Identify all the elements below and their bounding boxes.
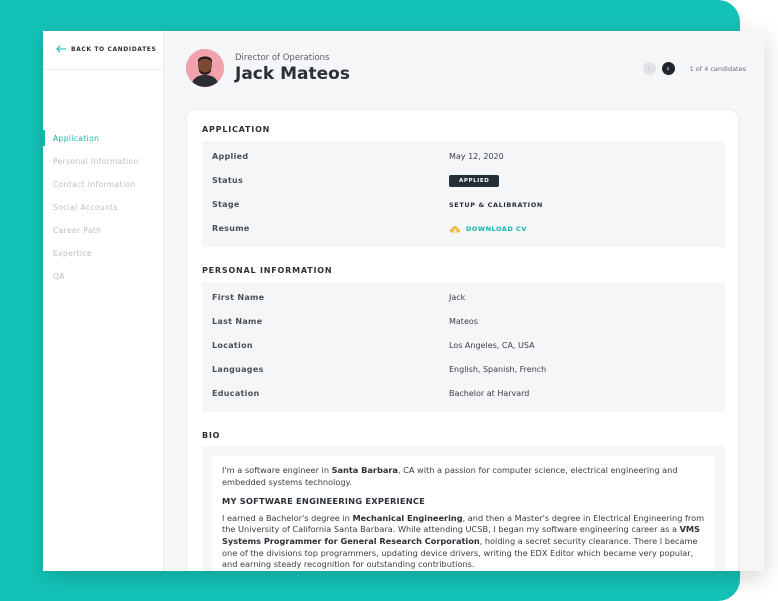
sidebar-item-expertice[interactable]: Expertice [43, 245, 164, 268]
table-row: First Name Jack [202, 286, 725, 310]
candidate-name: Jack Mateos [235, 64, 350, 84]
sidebar-item-career-path[interactable]: Career Path [43, 222, 164, 245]
status-label: Status [212, 176, 244, 185]
candidate-role: Director of Operations [235, 53, 330, 63]
download-cv-link[interactable]: DOWNLOAD CV [449, 217, 527, 241]
next-candidate-button[interactable]: › [661, 62, 675, 75]
application-section-title: APPLICATION [202, 125, 271, 134]
bio-panel: I'm a software engineer in Santa Barbara… [202, 446, 725, 571]
sidebar: BACK TO CANDIDATES Application Personal … [43, 31, 164, 571]
stage-value: SETUP & CALIBRATION [449, 201, 543, 209]
download-cv-label: DOWNLOAD CV [466, 225, 527, 233]
candidate-count: 1 of 4 candidates [689, 64, 746, 73]
arrow-left-icon [56, 45, 66, 53]
details-card: APPLICATION Applied May 12, 2020 Status … [186, 109, 739, 571]
table-row: Education Bachelor at Harvard [202, 382, 725, 406]
download-cloud-icon [449, 225, 461, 233]
languages-label: Languages [212, 365, 264, 374]
previous-candidate-button[interactable]: ‹ [642, 62, 656, 75]
chevron-right-icon: › [666, 63, 670, 73]
personal-section-title: PERSONAL INFORMATION [202, 266, 333, 275]
sidebar-item-personal-information[interactable]: Personal Information [43, 153, 164, 176]
location-value: Los Angeles, CA, USA [449, 341, 535, 350]
sidebar-divider [43, 69, 164, 70]
candidate-window: BACK TO CANDIDATES Application Personal … [43, 31, 764, 571]
location-label: Location [212, 341, 253, 350]
education-label: Education [212, 389, 260, 398]
languages-value: English, Spanish, French [449, 365, 547, 374]
table-row: Languages English, Spanish, French [202, 358, 725, 382]
candidate-pager: ‹ › 1 of 4 candidates [642, 62, 746, 75]
avatar [186, 49, 224, 87]
back-label: BACK TO CANDIDATES [71, 45, 157, 53]
first-name-label: First Name [212, 293, 265, 302]
bio-intro: I'm a software engineer in Santa Barbara… [222, 465, 678, 487]
table-row: Applied May 12, 2020 [202, 145, 725, 169]
chevron-left-icon: ‹ [647, 63, 651, 73]
sidebar-item-contact-information[interactable]: Contact Information [43, 176, 164, 199]
table-row: Location Los Angeles, CA, USA [202, 334, 725, 358]
section-nav: Application Personal Information Contact… [43, 130, 164, 291]
resume-label: Resume [212, 224, 250, 233]
applied-label: Applied [212, 152, 249, 161]
bio-section-title: BIO [202, 431, 221, 440]
bio-paragraph: I earned a Bachelor's degree in Mechanic… [222, 512, 705, 570]
sidebar-item-social-accounts[interactable]: Social Accounts [43, 199, 164, 222]
table-row: Stage SETUP & CALIBRATION [202, 193, 725, 217]
application-table: Applied May 12, 2020 Status APPLIED Stag… [202, 141, 725, 247]
education-value: Bachelor at Harvard [449, 389, 530, 398]
applied-value: May 12, 2020 [449, 152, 504, 161]
table-row: Last Name Mateos [202, 310, 725, 334]
status-badge: APPLIED [449, 175, 500, 187]
personal-table: First Name Jack Last Name Mateos Locatio… [202, 282, 725, 412]
last-name-label: Last Name [212, 317, 263, 326]
bio-heading: MY SOFTWARE ENGINEERING EXPERIENCE [222, 496, 426, 507]
table-row: Resume DOWNLOAD CV [202, 217, 725, 241]
sidebar-item-application[interactable]: Application [43, 130, 164, 153]
first-name-value: Jack [449, 293, 466, 302]
person-avatar-icon [186, 49, 224, 87]
sidebar-item-qa[interactable]: QA [43, 268, 164, 291]
last-name-value: Mateos [449, 317, 478, 326]
back-to-candidates-link[interactable]: BACK TO CANDIDATES [56, 45, 156, 53]
bio-text: I'm a software engineer in Santa Barbara… [212, 456, 715, 571]
stage-label: Stage [212, 200, 240, 209]
candidate-header: Director of Operations Jack Mateos ‹ › 1… [186, 49, 746, 93]
table-row: Status APPLIED [202, 169, 725, 193]
